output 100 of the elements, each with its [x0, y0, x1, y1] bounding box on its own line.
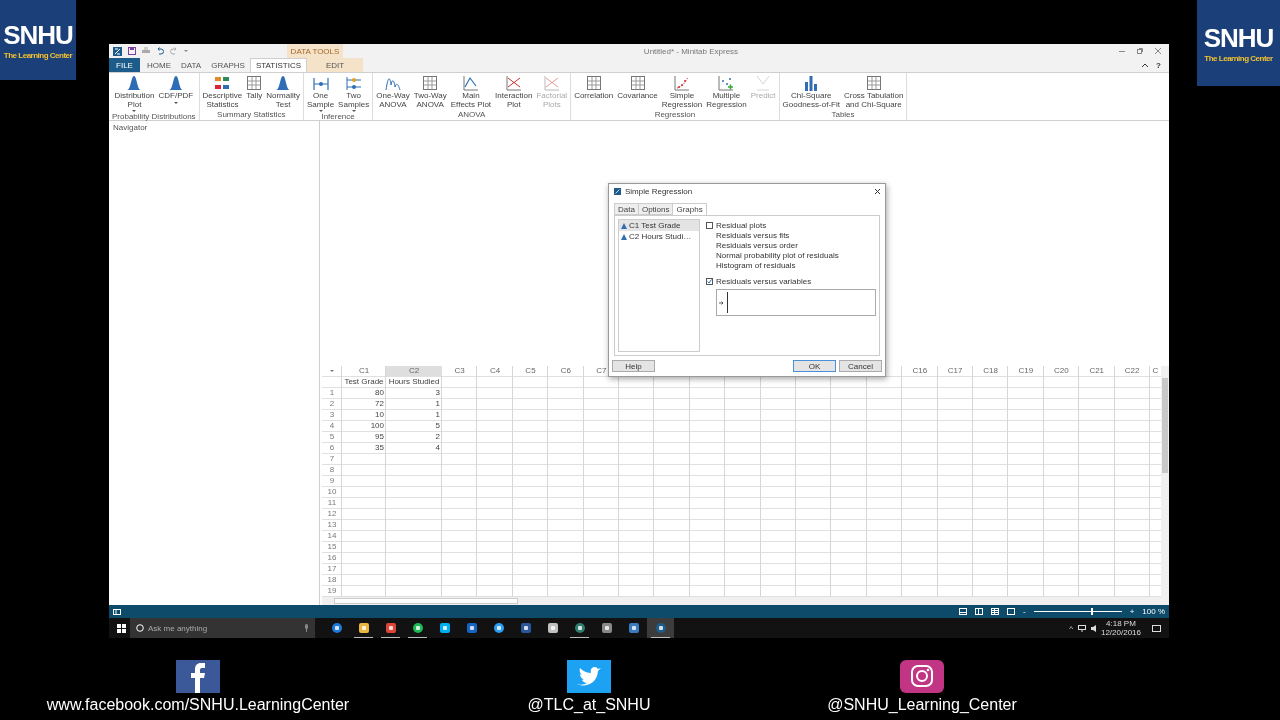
ribbon-button[interactable]: Cross Tabulation and Chi-Square	[841, 75, 906, 110]
table-cell[interactable]: 4	[386, 443, 442, 453]
bell-curve-icon	[126, 75, 143, 91]
column-header[interactable]: C22	[1114, 366, 1150, 376]
horizontal-scrollbar[interactable]	[322, 597, 1169, 605]
variable-item[interactable]: C2 Hours Studi…	[619, 231, 699, 242]
row-number: 7	[328, 454, 336, 464]
ok-button[interactable]: OK	[793, 360, 836, 372]
microphone-icon[interactable]	[304, 624, 309, 632]
table-cell[interactable]: 80	[342, 388, 386, 398]
help-button[interactable]: Help	[612, 360, 655, 372]
grid-icon[interactable]	[990, 608, 999, 615]
column-header[interactable]: C16	[902, 366, 938, 376]
ribbon-group-label: Tables	[830, 110, 856, 120]
minimize-icon[interactable]	[1119, 50, 1125, 52]
panel-toggle-icon[interactable]	[113, 608, 121, 615]
table-cell[interactable]: 95	[342, 432, 386, 442]
layout-icon[interactable]	[958, 608, 967, 615]
column-header[interactable]: C1	[342, 366, 386, 376]
ribbon-button[interactable]: Covariance	[615, 75, 660, 110]
close-icon[interactable]	[875, 188, 880, 194]
table-cell[interactable]: 1	[386, 410, 442, 420]
table-cell[interactable]: 35	[342, 443, 386, 453]
ribbon-button[interactable]: Tally	[244, 75, 265, 110]
column-header[interactable]: C20	[1043, 366, 1080, 376]
table-cell[interactable]: 3	[386, 388, 442, 398]
bird-icon[interactable]	[567, 660, 611, 693]
table-cell[interactable]: 5	[386, 421, 442, 431]
social-link[interactable]: @SNHU_Learning_Center	[827, 696, 1017, 714]
undo-icon[interactable]	[156, 47, 164, 55]
start-icon[interactable]	[117, 623, 126, 633]
variable-list[interactable]: C1 Test Grade C2 Hours Studi…	[618, 219, 700, 352]
zoom-in-button[interactable]: +	[1129, 607, 1135, 616]
ribbon-button[interactable]: Correlation	[572, 75, 616, 110]
variable-item[interactable]: C1 Test Grade	[619, 220, 699, 231]
column-header[interactable]: C5	[512, 366, 549, 376]
ribbon-button[interactable]: Chi-Square Goodness-of-Fit	[780, 75, 842, 110]
search-icon	[136, 624, 144, 632]
social-link[interactable]: www.facebook.com/SNHU.LearningCenter	[46, 696, 350, 714]
dialog-tab[interactable]: Data	[614, 203, 639, 215]
ribbon-button[interactable]: Interaction Plot	[493, 75, 535, 110]
help-button[interactable]: ?	[1156, 60, 1161, 70]
variables-input-field[interactable]	[716, 289, 876, 316]
ribbon-button[interactable]: Two-Way ANOVA	[411, 75, 449, 110]
ribbon-button[interactable]: Normality Test	[264, 75, 302, 110]
zoom-out-button[interactable]: -	[1022, 607, 1026, 616]
cancel-button[interactable]: Cancel	[839, 360, 882, 372]
column-header[interactable]: C19	[1008, 366, 1044, 376]
network-icon[interactable]	[1077, 624, 1086, 632]
table-cell[interactable]: 72	[342, 399, 386, 409]
column-header[interactable]: C18	[972, 366, 1009, 376]
checkbox-label[interactable]: Residual plots	[716, 220, 767, 230]
column-header[interactable]: C17	[937, 366, 973, 376]
collapse-ribbon-icon[interactable]	[1142, 63, 1149, 67]
ribbon-tab[interactable]: EDIT	[307, 58, 363, 72]
checkbox[interactable]	[706, 277, 713, 285]
dialog-tab[interactable]: Options	[637, 203, 674, 215]
column-header[interactable]: C3	[442, 366, 478, 376]
search-field[interactable]: Ask me anything	[148, 622, 300, 634]
column-header[interactable]: C6	[548, 366, 584, 376]
table-cell[interactable]: 100	[342, 421, 386, 431]
social-link[interactable]: @TLC_at_SNHU	[527, 696, 651, 714]
column-header[interactable]: C	[1149, 366, 1161, 376]
restore-icon[interactable]	[1137, 48, 1143, 54]
ribbon-button[interactable]: Descriptive Statistics	[200, 75, 245, 110]
ribbon-tab[interactable]: DATA	[176, 58, 207, 72]
ribbon-tab[interactable]: STATISTICS	[249, 58, 307, 72]
tray-expand-button[interactable]: ^	[1069, 623, 1073, 633]
ribbon-button[interactable]: One-Way ANOVA	[374, 75, 412, 110]
slider-thumb[interactable]	[1090, 608, 1093, 615]
column-header[interactable]: C21	[1079, 366, 1115, 376]
ribbon-button[interactable]: Two Samples	[336, 75, 372, 112]
clock[interactable]: 4:18 PM 12/20/2016	[1100, 619, 1141, 637]
row-number: 11	[326, 498, 338, 508]
checkbox[interactable]	[706, 221, 713, 229]
ribbon-button[interactable]: Simple Regression	[659, 75, 705, 110]
ribbon-tab[interactable]: HOME	[142, 58, 176, 72]
table-cell[interactable]: 1	[386, 399, 442, 409]
taskbar-app-button[interactable]	[647, 618, 674, 638]
ribbon-tab[interactable]: FILE	[109, 58, 140, 72]
volume-icon[interactable]	[1090, 624, 1096, 632]
ribbon-button[interactable]: One Sample	[304, 75, 337, 112]
ribbon-tab[interactable]: GRAPHS	[206, 58, 250, 72]
taskbar-search-bar[interactable]: Ask me anything	[130, 618, 315, 638]
ribbon-button[interactable]: Main Effects Plot	[448, 75, 494, 110]
ribbon-button[interactable]: Distribution Plot	[112, 75, 157, 112]
vertical-scrollbar[interactable]	[1161, 366, 1169, 597]
column-header[interactable]: C4	[477, 366, 513, 376]
column-header[interactable]: C2	[386, 366, 442, 376]
checkbox-label[interactable]: Residuals versus variables	[716, 276, 812, 286]
facebook-icon[interactable]	[176, 660, 220, 693]
save-icon[interactable]	[128, 47, 136, 55]
layout-icon[interactable]	[1006, 608, 1015, 615]
layout-icon[interactable]	[974, 608, 983, 615]
ribbon-button[interactable]: Multiple Regression	[704, 75, 749, 110]
camera-icon[interactable]	[900, 660, 944, 693]
notification-icon[interactable]	[1152, 624, 1161, 632]
ribbon-button[interactable]: CDF/PDF	[156, 75, 196, 112]
table-cell[interactable]: 2	[386, 432, 442, 442]
table-cell[interactable]: 10	[342, 410, 386, 420]
